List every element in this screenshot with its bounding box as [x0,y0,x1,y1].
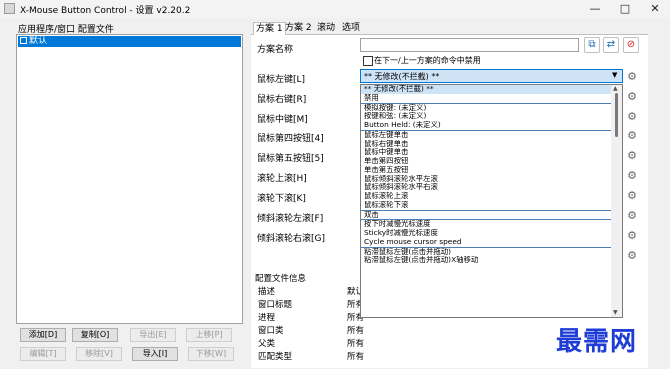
app-icon [4,3,15,14]
tab-scrolling[interactable]: 滚动 [315,22,337,34]
button-label-tilt-right: 倾斜滚轮右滚[G] [257,234,325,244]
dropdown-option[interactable]: 单击第五按钮 [361,166,611,175]
tab-profile-2[interactable]: 方案 2 [283,22,314,34]
checkbox[interactable] [20,37,27,44]
dropdown-option[interactable]: 双击 [361,211,611,221]
dropdown-option[interactable]: Button Held: (未定义) [361,121,611,131]
info-key: 描述 [258,287,276,297]
button-label-middle: 鼠标中键[M] [257,115,308,125]
button-label-4th: 鼠标第四按钮[4] [257,134,324,144]
copy-profile-button[interactable]: 复制[O] [72,328,118,342]
dropdown-option[interactable]: 鼠标左键单击 [361,131,611,140]
gear-icon[interactable]: ⚙ [626,250,638,262]
dropdown-option[interactable]: 鼠标滚轮上滚 [361,192,611,201]
scrollbar-thumb[interactable] [615,93,618,137]
info-key: 进程 [258,313,276,323]
info-key: 窗口标题 [258,300,293,310]
button-label-tilt-left: 倾斜滚轮左滚[F] [257,214,324,224]
gear-icon[interactable]: ⚙ [626,190,638,202]
info-value: 所有 [347,352,365,362]
list-item[interactable]: 默认 [18,36,241,47]
add-button[interactable]: 添加[D] [20,328,66,342]
copy-icon[interactable]: ⧉ [584,37,600,53]
move-up-button[interactable]: 上移[P] [186,328,232,342]
dropdown-option[interactable]: 粘滞鼠标左键(点击并拖动) [361,248,611,257]
export-button[interactable]: 导出[E] [130,328,176,342]
select-value: ** 无修改(不拦截) ** [364,72,440,81]
dropdown-option[interactable]: 鼠标滚轮下滚 [361,201,611,211]
scroll-down-icon[interactable]: ▼ [613,309,618,316]
dropdown-option[interactable]: Cycle mouse cursor speed [361,238,611,248]
chain-disable-checkbox[interactable] [363,56,373,66]
move-down-button[interactable]: 下移[W] [188,347,234,361]
button-label-left: 鼠标左键[L] [257,75,306,85]
dropdown-scrollbar[interactable]: ▲ ▼ [611,85,622,317]
scroll-up-icon[interactable]: ▲ [613,85,618,92]
gear-icon[interactable]: ⚙ [626,71,638,83]
tab-profile-1[interactable]: 方案 1 [253,22,286,35]
dropdown-option[interactable]: 禁用 [361,94,611,104]
dropdown-option[interactable]: 鼠标中键单击 [361,148,611,157]
title-bar: X-Mouse Button Control - 设置 v2.20.2 — □ … [0,0,670,18]
dropdown-option[interactable]: 模拟按键: (未定义) [361,104,611,113]
gear-icon[interactable]: ⚙ [626,170,638,182]
info-value: 所有 [347,326,365,336]
dropdown-option[interactable]: Sticky时减慢光标速度 [361,229,611,238]
window-title: X-Mouse Button Control - 设置 v2.20.2 [20,6,191,16]
chain-disable-label: 在下一/上一方案的命令中禁用 [374,56,481,65]
dropdown-option[interactable]: 粘滞鼠标左键(点击并拖动)X轴移动 [361,256,611,265]
list-item-label: 默认 [29,36,48,46]
gear-icon[interactable]: ⚙ [626,111,638,123]
info-key: 父类 [258,339,276,349]
gear-icon[interactable]: ⚙ [626,150,638,162]
remove-button[interactable]: 移除[V] [76,347,122,361]
gear-icon[interactable]: ⚙ [626,91,638,103]
info-key: 匹配类型 [258,352,293,362]
close-button[interactable]: ✕ [640,0,670,18]
action-dropdown[interactable]: ** 无修改(不拦截) ** 禁用 模拟按键: (未定义) 按键和弦: (未定义… [360,84,623,318]
profile-name-label: 方案名称 [257,45,294,55]
gear-icon[interactable]: ⚙ [626,130,638,142]
info-key: 窗口类 [258,326,284,336]
gear-icon[interactable]: ⚙ [626,230,638,242]
profile-name-input[interactable] [360,38,579,52]
dropdown-options: ** 无修改(不拦截) ** 禁用 模拟按键: (未定义) 按键和弦: (未定义… [361,85,611,265]
info-value: 所有 [347,339,365,349]
watermark-logo: 最需网 [556,327,638,357]
dropdown-option[interactable]: ** 无修改(不拦截) ** [361,85,611,94]
dropdown-option[interactable]: 鼠标倾斜滚轮水平右滚 [361,183,611,192]
dropdown-option[interactable]: 按下时减慢光标速度 [361,220,611,229]
left-button-action-select[interactable]: ** 无修改(不拦截) ** ▼ [360,69,623,83]
swap-icon[interactable]: ⇄ [603,37,619,53]
minimize-button[interactable]: — [580,0,610,18]
button-label-wheel-up: 滚轮上滚[H] [257,174,307,184]
gear-icon[interactable]: ⚙ [626,210,638,222]
import-button[interactable]: 导入[I] [132,347,178,361]
edit-button[interactable]: 编辑[T] [20,347,66,361]
app-profile-list[interactable]: 默认 [16,34,243,324]
maximize-button[interactable]: □ [610,0,640,18]
button-label-5th: 鼠标第五按钮[5] [257,154,324,164]
dropdown-option[interactable]: 单击第四按钮 [361,157,611,166]
chevron-down-icon[interactable]: ▼ [612,71,617,79]
profile-info-title: 配置文件信息 [255,274,307,284]
tab-options[interactable]: 选项 [340,22,362,34]
button-label-right: 鼠标右键[R] [257,95,307,105]
dropdown-option[interactable]: 鼠标倾斜滚轮水平左滚 [361,175,611,184]
delete-icon[interactable]: ⊘ [623,37,639,53]
dropdown-option[interactable]: 鼠标右键单击 [361,140,611,149]
dropdown-option[interactable]: 按键和弦: (未定义) [361,112,611,121]
button-label-wheel-down: 滚轮下滚[K] [257,194,306,204]
